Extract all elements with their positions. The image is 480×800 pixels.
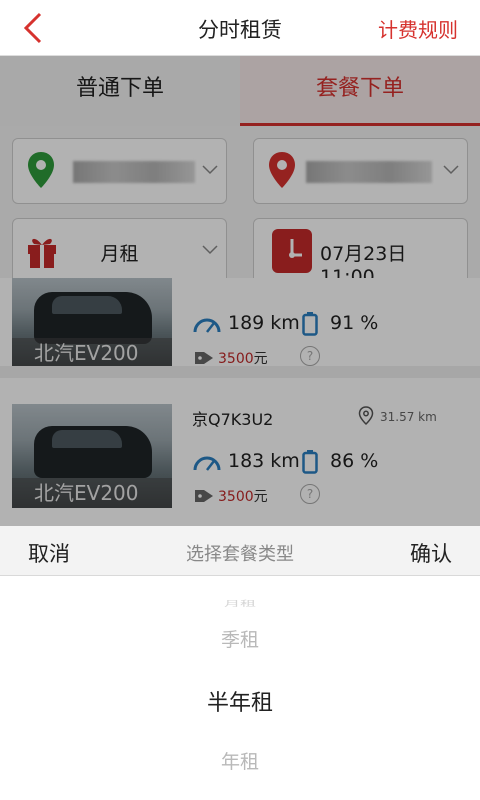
picker-option[interactable]: 年租 (0, 747, 480, 774)
location-pin-outline-icon (358, 406, 374, 426)
clock-icon (272, 229, 312, 273)
return-location-redacted (306, 161, 432, 183)
car-range: 183 km (228, 450, 300, 472)
picker-option-selected[interactable]: 半年租 (0, 685, 480, 717)
range-gauge-icon (193, 318, 221, 333)
price-currency: 元 (253, 489, 268, 505)
chevron-down-icon (202, 165, 218, 175)
car-model-label: 北汽EV200 (12, 478, 172, 508)
price-tag-icon (195, 490, 213, 502)
picker-toolbar: 取消 选择套餐类型 确认 (0, 526, 480, 576)
range-gauge-icon (193, 456, 221, 471)
picker-option[interactable]: 月租 (0, 598, 480, 609)
app-header: 分时租赁 计费规则 (0, 0, 480, 56)
car-model-label: 北汽EV200 (12, 338, 172, 368)
car-list: 北汽EV200 189 km 91 % 3500元 ? 北汽EV200 京Q7K… (0, 278, 480, 526)
plan-type-select[interactable]: 月租 (12, 218, 227, 284)
car-list-item[interactable]: 北汽EV200 189 km 91 % 3500元 ? (0, 278, 480, 378)
start-time-select[interactable]: 07月23日 11:00 (253, 218, 468, 288)
order-type-tabs: 普通下单 套餐下单 (0, 56, 480, 126)
price-amount: 3500 (218, 351, 254, 367)
red-location-pin-icon (269, 152, 295, 188)
tab-normal-order[interactable]: 普通下单 (0, 56, 240, 126)
green-location-pin-icon (28, 152, 54, 188)
row-divider (0, 366, 480, 378)
car-plate: 京Q7K3U2 (192, 410, 274, 429)
filter-panel: 月租 07月23日 11:00 (0, 126, 480, 290)
car-photo: 北汽EV200 (12, 278, 172, 368)
pickup-location-select[interactable] (12, 138, 227, 204)
price-currency: 元 (253, 351, 268, 367)
battery-icon (302, 450, 318, 474)
car-list-item[interactable]: 北汽EV200 京Q7K3U2 31.57 km 183 km 86 % 350… (0, 390, 480, 526)
chevron-down-icon (443, 165, 459, 175)
price-tag-icon (195, 352, 213, 364)
confirm-button[interactable]: 确认 (410, 538, 452, 568)
picker-option[interactable]: 季租 (0, 625, 480, 652)
picker-title: 选择套餐类型 (186, 544, 294, 565)
price-amount: 3500 (218, 489, 254, 505)
plan-type-picker-wheel[interactable]: 月租 季租 半年租 年租 (0, 577, 480, 800)
rental-price: 3500元 (218, 348, 268, 368)
battery-level: 86 % (330, 450, 379, 472)
car-range: 189 km (228, 312, 300, 334)
car-distance: 31.57 km (380, 410, 437, 424)
return-location-select[interactable] (253, 138, 468, 204)
tab-package-order[interactable]: 套餐下单 (240, 56, 480, 126)
pricing-rules-link[interactable]: 计费规则 (378, 14, 458, 43)
price-help-icon[interactable]: ? (300, 346, 320, 366)
car-photo: 北汽EV200 (12, 404, 172, 508)
battery-icon (302, 312, 318, 336)
chevron-down-icon (202, 245, 218, 255)
battery-level: 91 % (330, 312, 379, 334)
plan-type-value: 月租 (100, 243, 139, 265)
price-help-icon[interactable]: ? (300, 484, 320, 504)
pickup-location-redacted (73, 161, 195, 183)
rental-price: 3500元 (218, 486, 268, 506)
